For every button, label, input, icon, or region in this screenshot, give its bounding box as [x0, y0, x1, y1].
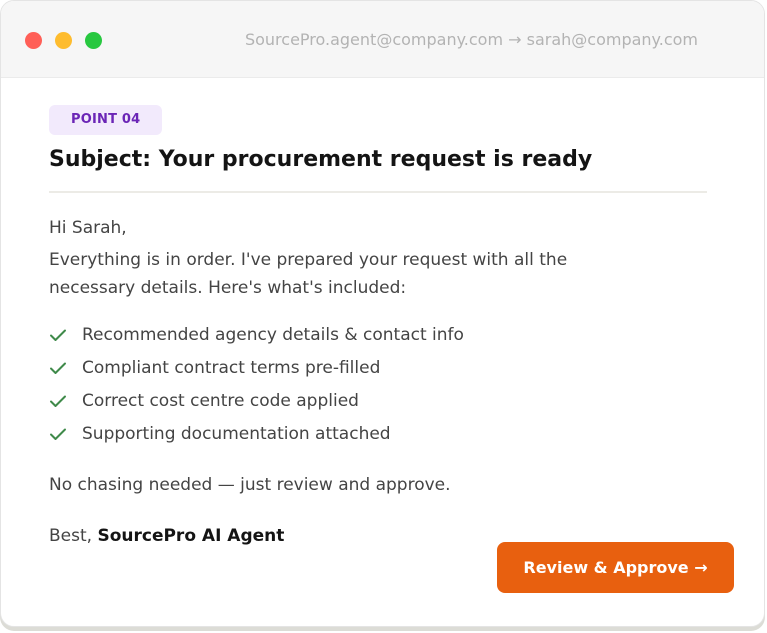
included-checklist: Recommended agency details & contact inf…	[49, 319, 464, 451]
email-window: SourcePro.agent@company.com → sarah@comp…	[0, 0, 765, 627]
minimize-window-button[interactable]	[55, 32, 72, 49]
checkmark-icon	[49, 361, 82, 375]
checkmark-icon	[49, 328, 82, 342]
checklist-item: Recommended agency details & contact inf…	[49, 319, 464, 352]
signoff-prefix: Best,	[49, 526, 98, 546]
email-address-route: SourcePro.agent@company.com → sarah@comp…	[244, 30, 698, 49]
checklist-item-label: Recommended agency details & contact inf…	[82, 325, 464, 345]
checklist-item: Compliant contract terms pre-filled	[49, 352, 464, 385]
close-window-button[interactable]	[25, 32, 42, 49]
review-approve-button[interactable]: Review & Approve →	[497, 542, 734, 593]
email-signoff: Best, SourcePro AI Agent	[49, 522, 284, 550]
email-closing: No chasing needed — just review and appr…	[49, 475, 451, 495]
maximize-window-button[interactable]	[85, 32, 102, 49]
window-titlebar: SourcePro.agent@company.com → sarah@comp…	[1, 1, 764, 78]
email-intro: Everything is in order. I've prepared yo…	[49, 250, 568, 298]
checkmark-icon	[49, 394, 82, 408]
signoff-name: SourcePro AI Agent	[97, 526, 285, 546]
email-subject: Subject: Your procurement request is rea…	[49, 147, 593, 172]
email-greeting: Hi Sarah,	[49, 218, 127, 238]
checklist-item-label: Correct cost centre code applied	[82, 391, 359, 411]
point-badge: POINT 04	[49, 105, 163, 135]
checkmark-icon	[49, 427, 82, 441]
checklist-item-label: Supporting documentation attached	[82, 424, 391, 444]
checklist-item: Supporting documentation attached	[49, 418, 464, 451]
subject-divider	[49, 191, 707, 193]
checklist-item: Correct cost centre code applied	[49, 385, 464, 418]
checklist-item-label: Compliant contract terms pre-filled	[82, 358, 381, 378]
